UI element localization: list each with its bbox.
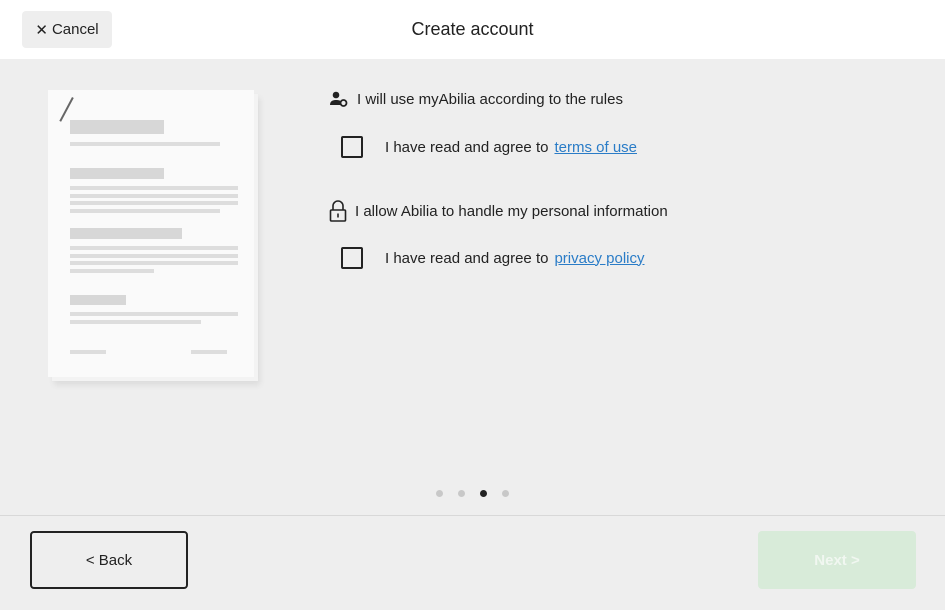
terms-checkbox[interactable] — [341, 136, 363, 158]
terms-of-use-link[interactable]: terms of use — [554, 139, 637, 156]
page-dot — [458, 490, 465, 497]
privacy-section-heading: I allow Abilia to handle my personal inf… — [329, 200, 668, 222]
page-title: Create account — [411, 19, 534, 39]
back-button[interactable]: < Back — [30, 531, 188, 589]
header: ✕ Cancel Create account — [0, 0, 945, 59]
privacy-policy-link[interactable]: privacy policy — [554, 250, 644, 267]
document-illustration — [48, 90, 254, 377]
lock-icon — [329, 200, 347, 222]
page-dot — [436, 490, 443, 497]
page-dot — [502, 490, 509, 497]
footer-divider — [0, 515, 945, 516]
person-settings-icon — [330, 91, 348, 107]
page-indicator — [436, 490, 509, 497]
next-button[interactable]: Next > — [758, 531, 916, 589]
privacy-checkbox[interactable] — [341, 247, 363, 269]
terms-row: I have read and agree to terms of use — [341, 136, 637, 158]
page-dot-active — [480, 490, 487, 497]
privacy-row: I have read and agree to privacy policy — [341, 247, 645, 269]
rules-section-heading: I will use myAbilia according to the rul… — [329, 90, 623, 108]
